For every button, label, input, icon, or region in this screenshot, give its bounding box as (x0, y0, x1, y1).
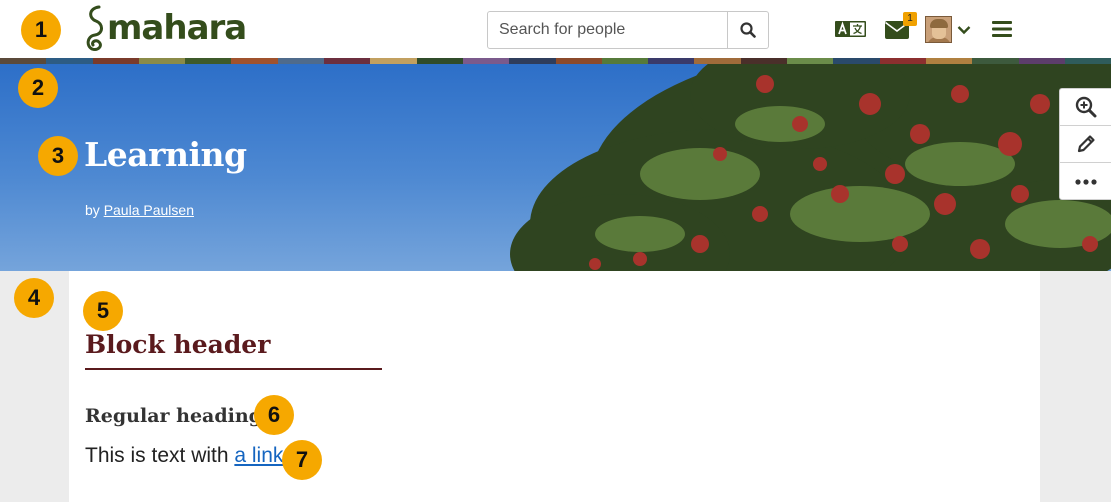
inbox-count-badge: 1 (903, 12, 917, 26)
callout-3: 3 (38, 136, 78, 176)
author-link[interactable]: Paula Paulsen (104, 202, 194, 218)
callout-5: 5 (83, 291, 123, 331)
callout-6: 6 (254, 395, 294, 435)
body-text: This is text with a link. (85, 444, 289, 468)
search-button[interactable] (727, 12, 768, 48)
page-byline: by Paula Paulsen (85, 202, 194, 218)
zoom-button[interactable] (1060, 89, 1111, 126)
chevron-down-icon (957, 26, 971, 35)
search-input[interactable] (488, 12, 727, 48)
language-button[interactable] (835, 20, 866, 38)
more-icon (1074, 178, 1097, 185)
people-search (487, 11, 769, 49)
hamburger-icon (992, 21, 1012, 37)
callout-4: 4 (14, 278, 54, 318)
page-content: Block header Regular heading This is tex… (69, 271, 1040, 502)
body-text-start: This is text with (85, 444, 235, 467)
user-menu-toggle[interactable] (955, 24, 973, 36)
inline-link[interactable]: a link (234, 444, 283, 467)
zoom-in-icon (1075, 96, 1096, 118)
callout-1: 1 (21, 10, 61, 50)
page-tools (1059, 88, 1111, 200)
logo-text: mahara (107, 8, 247, 48)
avatar[interactable] (925, 16, 952, 43)
callout-7: 7 (282, 440, 322, 480)
mahara-logo[interactable]: mahara (84, 3, 247, 53)
logo-swirl-icon (86, 5, 103, 51)
pencil-icon (1077, 135, 1095, 153)
main-menu-button[interactable] (992, 20, 1012, 38)
page-title: Learning (84, 135, 247, 174)
block-header: Block header (85, 330, 382, 370)
search-icon (740, 22, 756, 38)
more-options-button[interactable] (1060, 163, 1111, 200)
regular-heading: Regular heading (85, 405, 262, 427)
language-icon (835, 21, 866, 37)
byline-prefix: by (85, 202, 104, 218)
callout-2: 2 (18, 68, 58, 108)
edit-button[interactable] (1060, 126, 1111, 163)
site-header: mahara 1 (0, 0, 1111, 58)
page-banner: Learning by Paula Paulsen (0, 64, 1111, 271)
